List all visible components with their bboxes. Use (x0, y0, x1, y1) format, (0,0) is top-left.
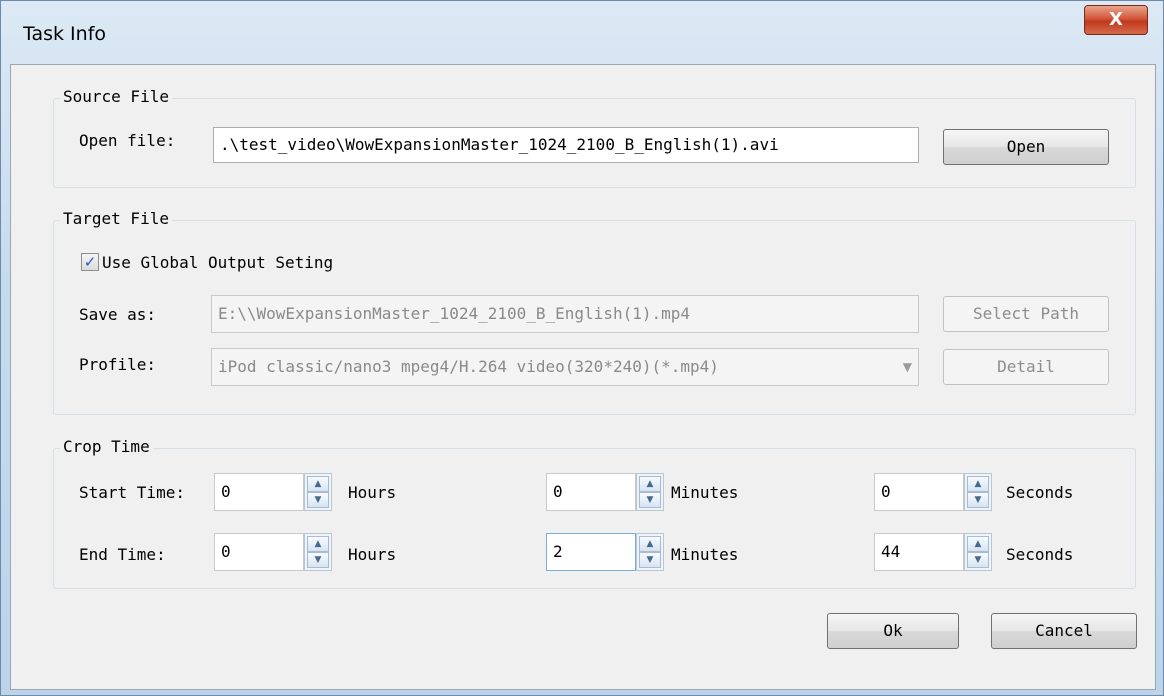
spin-up-icon[interactable]: ▲ (967, 536, 989, 552)
end-hours-input[interactable]: 0 (214, 533, 304, 571)
start-minutes-unit: Minutes (671, 483, 739, 502)
spin-down-icon[interactable]: ▼ (967, 492, 989, 508)
chevron-down-icon[interactable]: ▼ (903, 349, 912, 385)
end-hours-unit: Hours (348, 545, 397, 564)
end-seconds-spinner[interactable]: ▲ ▼ (964, 533, 992, 571)
start-seconds-spinner[interactable]: ▲ ▼ (964, 473, 992, 511)
end-seconds-input[interactable]: 44 (874, 533, 964, 571)
task-info-window: Task Info X Source File Open file: .\tes… (0, 0, 1164, 696)
start-seconds-unit: Seconds (1006, 483, 1074, 502)
window-title: Task Info (23, 23, 107, 45)
spin-up-icon[interactable]: ▲ (967, 476, 989, 492)
target-file-legend: Target File (60, 209, 172, 228)
start-time-label: Start Time: (79, 483, 185, 502)
save-as-label: Save as: (79, 305, 157, 324)
title-bar[interactable]: Task Info X (1, 1, 1163, 63)
start-minutes-input[interactable]: 0 (546, 473, 636, 511)
detail-button[interactable]: Detail (943, 349, 1109, 385)
spin-down-icon[interactable]: ▼ (639, 552, 661, 568)
save-as-input[interactable]: E:\\WowExpansionMaster_1024_2100_B_Engli… (211, 295, 919, 333)
spin-down-icon[interactable]: ▼ (307, 552, 329, 568)
end-time-label: End Time: (79, 545, 166, 564)
start-hours-input[interactable]: 0 (214, 473, 304, 511)
end-seconds-unit: Seconds (1006, 545, 1074, 564)
spin-down-icon[interactable]: ▼ (307, 492, 329, 508)
open-file-input[interactable]: .\test_video\WowExpansionMaster_1024_210… (213, 127, 919, 163)
crop-time-legend: Crop Time (60, 437, 153, 456)
source-file-legend: Source File (60, 87, 172, 106)
profile-select-value: iPod classic/nano3 mpeg4/H.264 video(320… (218, 357, 719, 376)
spin-down-icon[interactable]: ▼ (967, 552, 989, 568)
start-hours-spinner[interactable]: ▲ ▼ (304, 473, 332, 511)
end-minutes-input[interactable]: 2 (546, 533, 636, 571)
ok-button[interactable]: Ok (827, 613, 959, 649)
use-global-output-label[interactable]: Use Global Output Seting (102, 253, 333, 272)
end-minutes-unit: Minutes (671, 545, 739, 564)
spin-up-icon[interactable]: ▲ (307, 536, 329, 552)
spin-down-icon[interactable]: ▼ (639, 492, 661, 508)
close-icon: X (1109, 9, 1123, 30)
open-button[interactable]: Open (943, 129, 1109, 165)
spin-up-icon[interactable]: ▲ (639, 476, 661, 492)
start-hours-unit: Hours (348, 483, 397, 502)
end-minutes-spinner[interactable]: ▲ ▼ (636, 533, 664, 571)
end-hours-spinner[interactable]: ▲ ▼ (304, 533, 332, 571)
dialog-client-area: Source File Open file: .\test_video\WowE… (10, 64, 1156, 690)
use-global-output-checkbox[interactable]: ✓ (81, 253, 99, 271)
profile-select[interactable]: iPod classic/nano3 mpeg4/H.264 video(320… (211, 348, 919, 386)
start-minutes-spinner[interactable]: ▲ ▼ (636, 473, 664, 511)
close-button[interactable]: X (1084, 5, 1148, 35)
start-seconds-input[interactable]: 0 (874, 473, 964, 511)
profile-label: Profile: (79, 355, 157, 374)
select-path-button[interactable]: Select Path (943, 296, 1109, 332)
open-file-label: Open file: (79, 131, 176, 150)
cancel-button[interactable]: Cancel (991, 613, 1137, 649)
spin-up-icon[interactable]: ▲ (639, 536, 661, 552)
check-icon: ✓ (83, 253, 97, 271)
spin-up-icon[interactable]: ▲ (307, 476, 329, 492)
